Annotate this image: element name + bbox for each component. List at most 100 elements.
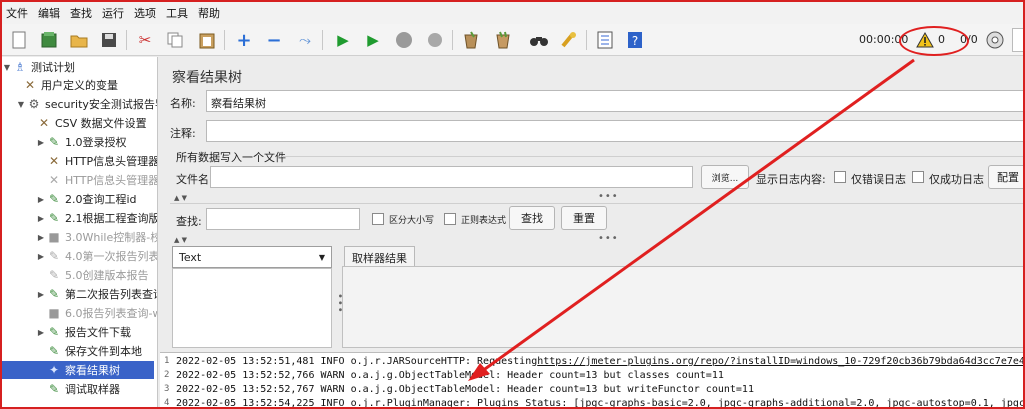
log-text: 2022-02-05 13:52:54,225 INFO o.j.r.Plugi… [176,398,1025,409]
app-window: 文件 编辑 查找 运行 选项 工具 帮助 ✂ + − ⤳ ▶ ▶ ? 00:00… [0,0,1025,409]
reset-button[interactable]: 重置 [561,206,607,230]
tree-item[interactable]: ▶ ✎ 报告文件下载 [2,323,157,341]
start-no-pause-icon[interactable]: ▶ [362,29,384,51]
search-input[interactable] [206,208,360,230]
expand-arrow-icon[interactable]: ▶ [36,138,46,147]
tree-item[interactable]: ✕ 用户定义的变量 [2,76,157,94]
log-viewer[interactable]: 1 2022-02-05 13:52:51,481 INFO o.j.r.JARS… [160,352,1025,409]
line-number: 4 [164,398,170,408]
help-icon[interactable]: ? [624,29,646,51]
tree-item[interactable]: ▶ ✎ 4.0第一次报告列表 [2,247,157,265]
tree-item-label: 2.0查询工程id [65,193,137,206]
success-only-label: 仅成功日志 [929,173,984,186]
collapse-icon[interactable]: − [263,29,285,51]
new-icon[interactable] [8,29,30,51]
open-icon[interactable] [68,29,90,51]
toggle-icon[interactable]: ⤳ [294,29,316,51]
name-field[interactable]: 察看结果树 [206,90,1023,112]
renderer-select[interactable]: Text ▼ [172,246,332,268]
expand-arrow-icon[interactable]: ▶ [36,214,46,223]
cut-icon[interactable]: ✂ [134,29,156,51]
copy-icon[interactable] [164,29,186,51]
tree-item[interactable]: ▶ ✎ 2.1根据工程查询版 [2,209,158,227]
renderer-selected: Text [179,250,202,264]
errors-only-checkbox[interactable] [834,171,846,183]
success-only-checkbox[interactable] [912,171,924,183]
expand-arrow-icon[interactable]: ▶ [36,290,46,299]
remote-icon[interactable] [984,29,1006,51]
tree-item-label: security安全测试报告导 [45,98,158,111]
menu-search[interactable]: 查找 [70,5,92,21]
filename-label: 文件名 [176,173,209,186]
tree-item[interactable]: ✎ 5.0创建版本报告 [2,266,157,284]
start-icon[interactable]: ▶ [332,29,354,51]
expand-arrow-icon[interactable]: ▶ [36,195,46,204]
tree-item-selected[interactable]: ✦ 察看结果树 [2,361,154,379]
tree-item[interactable]: ✕ HTTP信息头管理器 [2,152,157,170]
splitter-arrows[interactable]: ▲ ▼ [174,193,187,203]
splitter-handle[interactable]: ••• [598,233,619,244]
tree-item[interactable]: ■ 6.0报告列表查询-w [2,304,157,322]
tree-item-label: 测试计划 [31,61,75,74]
regex-label: 正则表达式 [461,216,507,226]
tree-item-label: 2.1根据工程查询版 [65,212,158,225]
errors-only-label: 仅错误日志 [851,173,906,186]
expand-arrow-icon[interactable]: ▼ [16,100,26,109]
line-number: 2 [164,370,170,380]
tree-item[interactable]: ▶ ✎ 1.0登录授权 [2,133,157,151]
pen-icon: ✎ [48,192,60,206]
results-list[interactable] [172,268,332,348]
save-icon[interactable] [98,29,120,51]
pen-icon: ✎ [48,135,60,149]
templates-icon[interactable] [38,29,60,51]
configure-button[interactable]: 配置 [988,165,1023,189]
reset-search-icon[interactable] [558,29,580,51]
expand-icon[interactable]: + [233,29,255,51]
filename-field[interactable] [210,166,693,188]
function-helper-icon[interactable] [594,29,616,51]
browse-button[interactable]: 浏览... [701,165,749,189]
splitter-handle[interactable]: ••• [598,191,619,202]
tree-item[interactable]: ✕ CSV 数据文件设置 [2,114,157,132]
search-icon[interactable] [528,29,550,51]
expand-arrow-icon[interactable]: ▶ [36,328,46,337]
expand-arrow-icon[interactable]: ▼ [2,63,12,72]
case-sensitive-checkbox[interactable] [372,213,384,225]
tree-item-label: HTTP信息头管理器 [65,174,158,187]
log-line: 2 2022-02-05 13:52:52,766 WARN o.a.j.g.Ob… [164,370,724,384]
tree-item[interactable]: ▼ ⚙ security安全测试报告导 [2,95,158,113]
tree-item[interactable]: ✎ 调试取样器 [2,380,157,398]
tree-item-label: 保存文件到本地 [65,345,142,358]
comment-field[interactable] [206,120,1023,142]
tab-sampler-result[interactable]: 取样器结果 [344,246,415,266]
regex-checkbox[interactable] [444,213,456,225]
tree-item-label: 调试取样器 [65,383,120,396]
splitter-arrows[interactable]: ▲ ▼ [174,235,187,245]
paste-icon[interactable] [196,29,218,51]
menu-tools[interactable]: 工具 [166,5,188,21]
expand-arrow-icon[interactable]: ▶ [36,233,46,242]
menu-file[interactable]: 文件 [6,5,28,21]
clear-all-icon[interactable] [492,29,514,51]
shutdown-icon[interactable] [424,29,446,51]
menu-bar: 文件 编辑 查找 运行 选项 工具 帮助 [2,2,1023,24]
tree-item[interactable]: ▶ ■ 3.0While控制器-校 [2,228,157,246]
tree-item[interactable]: ▼ ♗ 测试计划 [2,58,157,76]
clear-icon[interactable] [460,29,482,51]
tree-item[interactable]: ▶ ✎ 第二次报告列表查询 [2,285,157,303]
test-plan-tree: ▼ ♗ 测试计划 ✕ 用户定义的变量 ▼ ⚙ security安全测试报告导 ✕ CSV 数… [2,57,158,407]
menu-run[interactable]: 运行 [102,5,124,21]
tree-item[interactable]: ▶ ✎ 2.0查询工程id [2,190,157,208]
tree-item-label: 用户定义的变量 [41,79,118,92]
menu-help[interactable]: 帮助 [198,5,220,21]
line-number: 3 [164,384,170,394]
menu-edit[interactable]: 编辑 [38,5,60,21]
tree-item[interactable]: ✕ HTTP信息头管理器 [2,171,158,189]
tree-item[interactable]: ✎ 保存文件到本地 [2,342,157,360]
stop-icon[interactable] [393,29,415,51]
expand-arrow-icon[interactable]: ▶ [36,252,46,261]
log-link[interactable]: https://jmeter-plugins.org/repo/?install… [537,356,1023,370]
find-button[interactable]: 查找 [509,206,555,230]
menu-options[interactable]: 选项 [134,5,156,21]
tree-item-label: 报告文件下载 [65,326,131,339]
